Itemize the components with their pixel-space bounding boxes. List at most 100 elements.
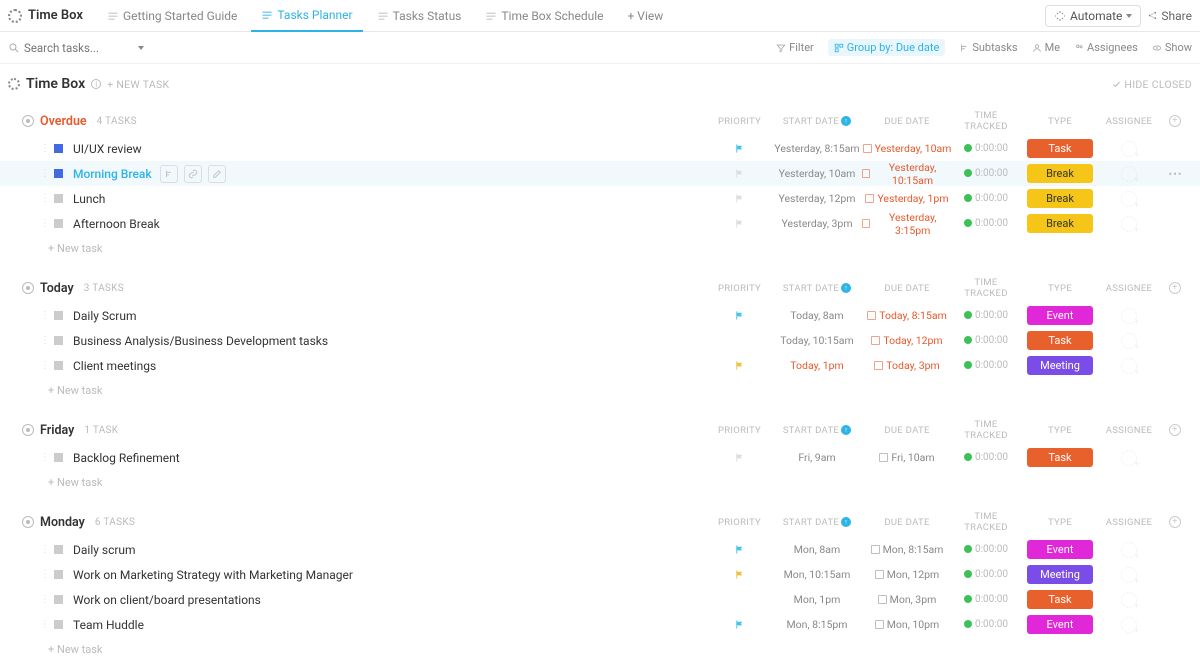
- cell-due-date[interactable]: Yesterday, 3:15pm: [862, 211, 952, 237]
- cell-type[interactable]: Task: [1020, 331, 1100, 350]
- cell-due-date[interactable]: Yesterday, 10:15am: [862, 161, 952, 187]
- cell-start-date[interactable]: Yesterday, 8:15am: [772, 142, 862, 155]
- cell-type[interactable]: Task: [1020, 139, 1100, 158]
- col-time-tracked[interactable]: TIME TRACKED: [952, 511, 1020, 533]
- col-start-date[interactable]: START DATE↑: [772, 419, 862, 441]
- cell-priority[interactable]: [707, 619, 772, 630]
- task-name[interactable]: Lunch: [73, 192, 105, 206]
- cell-time-tracked[interactable]: 0:00:00: [952, 360, 1020, 371]
- search-input[interactable]: [24, 41, 134, 55]
- cell-type[interactable]: Meeting: [1020, 565, 1100, 584]
- cell-priority[interactable]: [707, 360, 772, 371]
- task-row[interactable]: ⋮⋮ Backlog Refinement Fri, 9am Fri, 10am…: [0, 445, 1200, 470]
- status-square[interactable]: [54, 194, 63, 203]
- cell-time-tracked[interactable]: 0:00:00: [952, 594, 1020, 605]
- cell-due-date[interactable]: Mon, 3pm: [862, 593, 952, 606]
- cell-time-tracked[interactable]: 0:00:00: [952, 452, 1020, 463]
- cell-start-date[interactable]: Today, 8am: [772, 309, 862, 322]
- task-row[interactable]: ⋮⋮ Daily scrum Mon, 8am Mon, 8:15am 0:00…: [0, 537, 1200, 562]
- cell-due-date[interactable]: Yesterday, 10am: [862, 142, 952, 155]
- cell-assignee[interactable]: [1100, 165, 1158, 183]
- col-start-date[interactable]: START DATE↑: [772, 110, 862, 132]
- cell-assignee[interactable]: [1100, 591, 1158, 609]
- automate-button[interactable]: Automate: [1045, 5, 1141, 27]
- cell-start-date[interactable]: Yesterday, 3pm: [772, 217, 862, 230]
- cell-time-tracked[interactable]: 0:00:00: [952, 168, 1020, 179]
- group-toggle[interactable]: [22, 115, 34, 127]
- task-name[interactable]: Backlog Refinement: [73, 451, 180, 465]
- status-square[interactable]: [54, 453, 63, 462]
- drag-handle-icon[interactable]: ⋮⋮: [40, 452, 48, 463]
- cell-assignee[interactable]: [1100, 190, 1158, 208]
- task-row[interactable]: ⋮⋮ Work on Marketing Strategy with Marke…: [0, 562, 1200, 587]
- col-type[interactable]: TYPE: [1020, 110, 1100, 132]
- cell-due-date[interactable]: Mon, 8:15am: [862, 543, 952, 556]
- col-start-date[interactable]: START DATE↑: [772, 277, 862, 299]
- col-due-date[interactable]: DUE DATE: [862, 110, 952, 132]
- col-type[interactable]: TYPE: [1020, 419, 1100, 441]
- status-square[interactable]: [54, 219, 63, 228]
- cell-priority[interactable]: [707, 310, 772, 321]
- col-start-date[interactable]: START DATE↑: [772, 511, 862, 533]
- col-type[interactable]: TYPE: [1020, 277, 1100, 299]
- cell-assignee[interactable]: [1100, 357, 1158, 375]
- col-assignee[interactable]: ASSIGNEE: [1100, 277, 1158, 299]
- drag-handle-icon[interactable]: ⋮⋮: [40, 544, 48, 555]
- task-name[interactable]: Daily scrum: [73, 543, 136, 557]
- subtask-icon[interactable]: [160, 165, 178, 183]
- col-due-date[interactable]: DUE DATE: [862, 419, 952, 441]
- cell-start-date[interactable]: Mon, 8:15pm: [772, 618, 862, 631]
- task-name[interactable]: Morning Break: [73, 167, 152, 181]
- col-time-tracked[interactable]: TIME TRACKED: [952, 419, 1020, 441]
- cell-assignee[interactable]: [1100, 541, 1158, 559]
- cell-priority[interactable]: [707, 218, 772, 229]
- tab-3[interactable]: Time Box Schedule: [475, 0, 613, 32]
- chevron-down-icon[interactable]: [138, 46, 144, 50]
- group-by-button[interactable]: Group by: Due date: [828, 39, 946, 56]
- cell-type[interactable]: Event: [1020, 540, 1100, 559]
- status-square[interactable]: [54, 570, 63, 579]
- task-row[interactable]: ⋮⋮ Client meetings Today, 1pm Today, 3pm…: [0, 353, 1200, 378]
- cell-time-tracked[interactable]: 0:00:00: [952, 143, 1020, 154]
- cell-priority[interactable]: [707, 569, 772, 580]
- new-task-button[interactable]: + NEW TASK: [107, 78, 169, 91]
- cell-time-tracked[interactable]: 0:00:00: [952, 619, 1020, 630]
- cell-start-date[interactable]: Today, 1pm: [772, 359, 862, 372]
- cell-assignee[interactable]: [1100, 332, 1158, 350]
- edit-icon[interactable]: [208, 165, 226, 183]
- group-name[interactable]: Overdue: [40, 114, 87, 129]
- group-name[interactable]: Monday: [40, 515, 85, 530]
- status-square[interactable]: [54, 311, 63, 320]
- status-square[interactable]: [54, 595, 63, 604]
- cell-priority[interactable]: [707, 143, 772, 154]
- drag-handle-icon[interactable]: ⋮⋮: [40, 218, 48, 229]
- task-row[interactable]: ⋮⋮ Lunch Yesterday, 12pm Yesterday, 1pm …: [0, 186, 1200, 211]
- cell-start-date[interactable]: Yesterday, 10am: [772, 167, 862, 180]
- cell-start-date[interactable]: Yesterday, 12pm: [772, 192, 862, 205]
- status-square[interactable]: [54, 144, 63, 153]
- status-square[interactable]: [54, 169, 63, 178]
- cell-assignee[interactable]: [1100, 566, 1158, 584]
- cell-start-date[interactable]: Today, 10:15am: [772, 334, 862, 347]
- cell-due-date[interactable]: Mon, 12pm: [862, 568, 952, 581]
- link-icon[interactable]: [184, 165, 202, 183]
- drag-handle-icon[interactable]: ⋮⋮: [40, 168, 48, 179]
- col-due-date[interactable]: DUE DATE: [862, 511, 952, 533]
- cell-type[interactable]: Break: [1020, 164, 1100, 183]
- cell-assignee[interactable]: [1100, 307, 1158, 325]
- new-task-row[interactable]: + New task: [0, 637, 1200, 666]
- task-name[interactable]: Client meetings: [73, 359, 156, 373]
- cell-due-date[interactable]: Today, 8:15am: [862, 309, 952, 322]
- cell-time-tracked[interactable]: 0:00:00: [952, 335, 1020, 346]
- cell-assignee[interactable]: [1100, 215, 1158, 233]
- tab-0[interactable]: Getting Started Guide: [97, 0, 247, 32]
- group-toggle[interactable]: [22, 424, 34, 436]
- drag-handle-icon[interactable]: ⋮⋮: [40, 619, 48, 630]
- task-name[interactable]: Work on Marketing Strategy with Marketin…: [73, 568, 353, 582]
- task-row[interactable]: ⋮⋮ UI/UX review Yesterday, 8:15am Yester…: [0, 136, 1200, 161]
- status-square[interactable]: [54, 361, 63, 370]
- add-column-button[interactable]: +: [1158, 511, 1192, 533]
- cell-due-date[interactable]: Today, 3pm: [862, 359, 952, 372]
- cell-due-date[interactable]: Mon, 10pm: [862, 618, 952, 631]
- cell-due-date[interactable]: Fri, 10am: [862, 451, 952, 464]
